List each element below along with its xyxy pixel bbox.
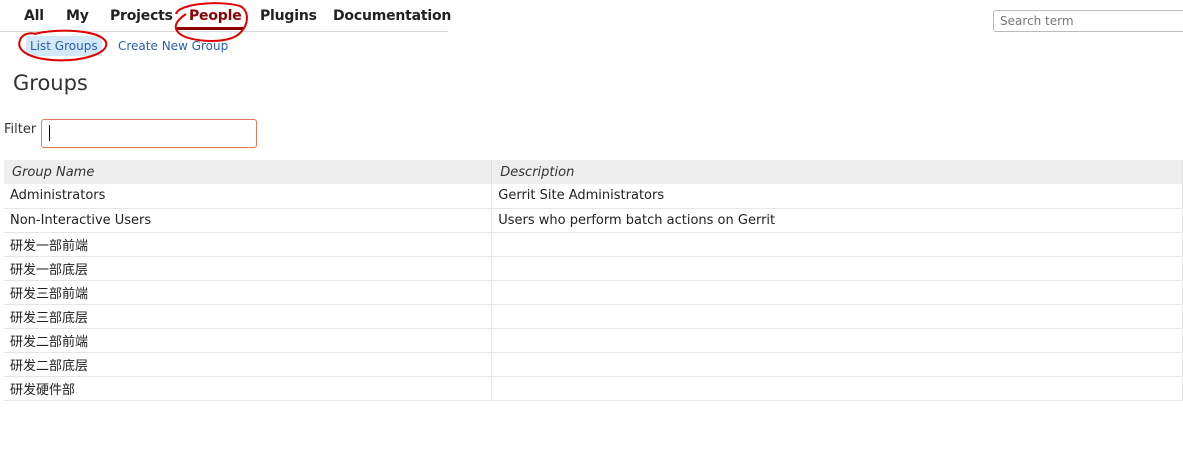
submenu-create-new-group[interactable]: Create New Group (114, 36, 232, 56)
filter-label: Filter (4, 122, 37, 137)
submenu-list-groups[interactable]: List Groups (26, 36, 102, 56)
group-name-link[interactable]: 研发二部底层 (4, 352, 493, 377)
group-name-link[interactable]: Non-Interactive Users (4, 208, 493, 233)
top-menu: All My Projects People Plugins Documenta… (0, 0, 451, 32)
group-description (491, 280, 1183, 305)
group-description (491, 304, 1183, 329)
tab-my[interactable]: My (66, 8, 89, 24)
group-name-link[interactable]: 研发一部前端 (4, 232, 493, 257)
group-name-link[interactable]: 研发一部底层 (4, 256, 493, 281)
table-row[interactable]: Administrators Gerrit Site Administrator… (4, 184, 1183, 209)
group-description: Users who perform batch actions on Gerri… (491, 208, 1183, 233)
tab-documentation[interactable]: Documentation (333, 8, 451, 24)
table-row[interactable]: 研发三部底层 (4, 304, 1183, 329)
table-row[interactable]: 研发一部底层 (4, 256, 1183, 281)
group-name-link[interactable]: 研发三部底层 (4, 304, 493, 329)
search-input[interactable] (993, 10, 1183, 32)
text-cursor (49, 125, 50, 141)
table-row[interactable]: 研发一部前端 (4, 232, 1183, 257)
table-row[interactable]: 研发二部前端 (4, 328, 1183, 353)
group-description (491, 232, 1183, 257)
groups-table: Group Name Description Administrators Ge… (4, 160, 1183, 401)
group-name-link[interactable]: Administrators (4, 184, 493, 209)
table-header-row: Group Name Description (4, 160, 1183, 184)
group-description (491, 256, 1183, 281)
table-row[interactable]: Non-Interactive Users Users who perform … (4, 208, 1183, 233)
group-name-link[interactable]: 研发硬件部 (4, 376, 493, 401)
group-description (491, 352, 1183, 377)
group-description (491, 376, 1183, 401)
table-row[interactable]: 研发三部前端 (4, 280, 1183, 305)
group-description: Gerrit Site Administrators (491, 184, 1183, 209)
table-row[interactable]: 研发硬件部 (4, 376, 1183, 401)
group-name-link[interactable]: 研发二部前端 (4, 328, 493, 353)
tab-all[interactable]: All (24, 8, 44, 24)
filter-input[interactable] (41, 119, 257, 148)
column-header-group-name[interactable]: Group Name (4, 160, 493, 184)
tab-plugins[interactable]: Plugins (260, 8, 317, 24)
tab-people[interactable]: People (189, 8, 242, 24)
table-row[interactable]: 研发二部底层 (4, 352, 1183, 377)
column-header-description[interactable]: Description (491, 160, 1183, 184)
page-title: Groups (13, 71, 88, 95)
tab-projects[interactable]: Projects (110, 8, 173, 24)
active-tab-underline (177, 27, 244, 30)
group-description (491, 328, 1183, 353)
group-name-link[interactable]: 研发三部前端 (4, 280, 493, 305)
gerrit-app: All My Projects People Plugins Documenta… (0, 0, 1183, 454)
